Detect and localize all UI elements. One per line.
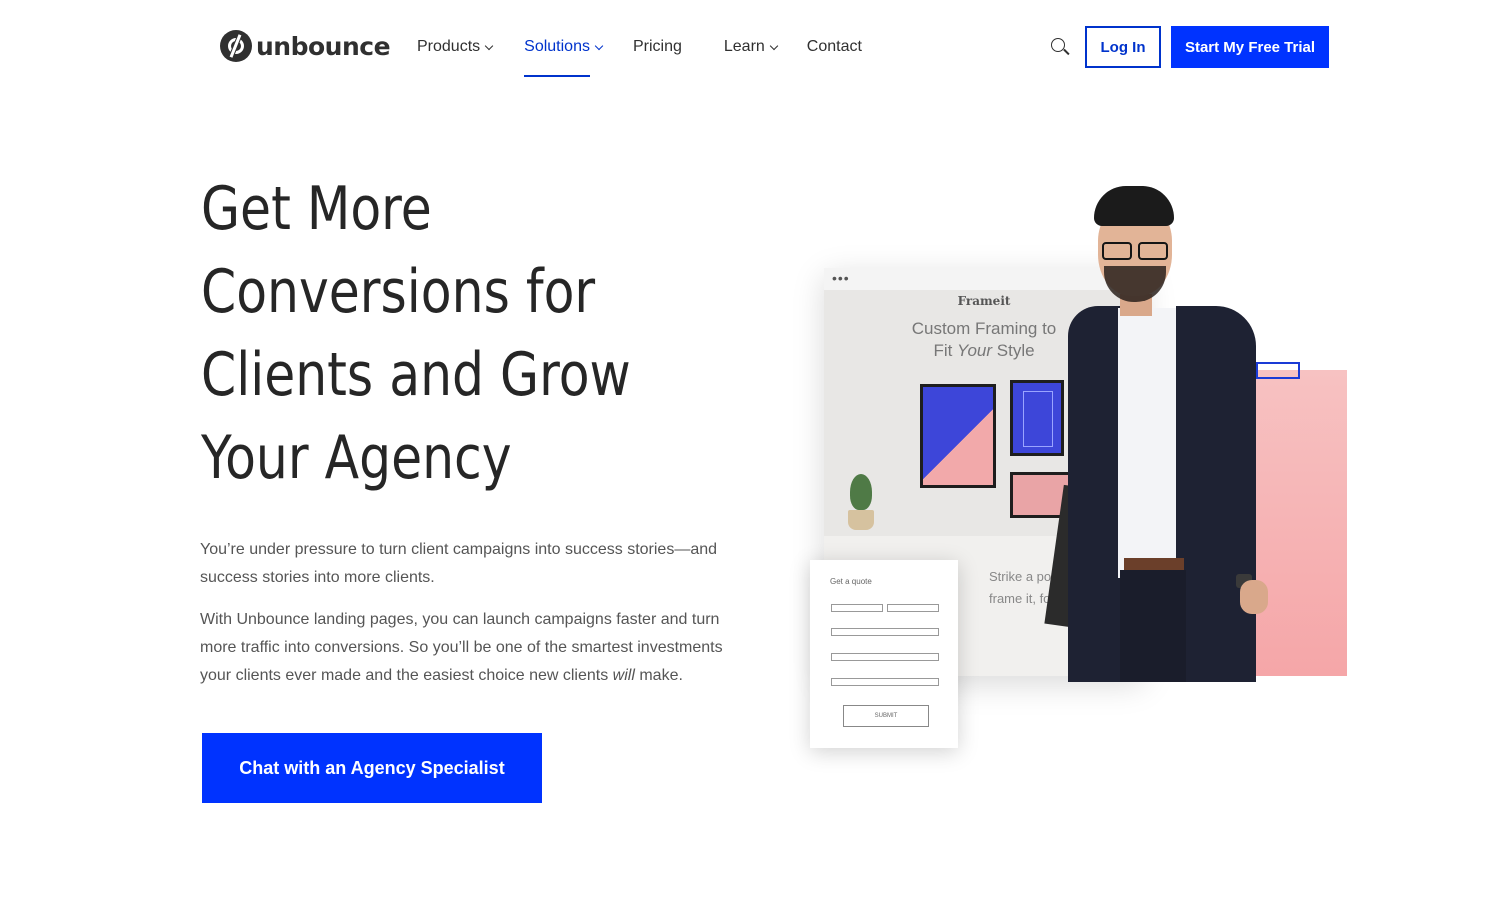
- nav-item-contact[interactable]: Contact: [807, 36, 862, 58]
- chevron-down-icon: [484, 41, 494, 50]
- login-button[interactable]: Log In: [1085, 26, 1161, 68]
- hero-title: Get More Conversions for Clients and Gro…: [201, 168, 671, 500]
- more-dots-icon: •••: [832, 270, 850, 286]
- picture-frame-image: [1010, 380, 1064, 456]
- form-submit-button: SUBMIT: [843, 705, 929, 727]
- person-photo: [1044, 186, 1290, 682]
- hero-paragraph-1: You’re under pressure to turn client cam…: [200, 541, 718, 586]
- plant-image: [844, 474, 878, 534]
- chat-agency-specialist-button[interactable]: Chat with an Agency Specialist: [202, 733, 542, 803]
- logo-mark-icon: [220, 30, 252, 62]
- nav-item-learn[interactable]: Learn: [723, 36, 779, 58]
- picture-frame-image: [920, 384, 996, 488]
- hero-title-line: Clients and Grow: [201, 340, 631, 410]
- logo-text: unbounce: [256, 31, 391, 61]
- hero-title-line: Conversions for: [201, 257, 596, 327]
- form-field: [887, 604, 939, 612]
- paragraph-emphasis: will: [612, 667, 635, 684]
- chevron-down-icon: [769, 41, 779, 50]
- nav-item-label: Products: [417, 38, 481, 55]
- nav-item-label: Pricing: [632, 38, 682, 55]
- quote-form-card: Get a quote SUBMIT: [810, 560, 958, 748]
- form-field: [831, 604, 883, 612]
- nav-item-label: Solutions: [524, 38, 590, 55]
- form-field: [831, 628, 939, 636]
- search-icon[interactable]: [1051, 38, 1070, 56]
- paragraph-text: make.: [634, 667, 683, 684]
- start-free-trial-button[interactable]: Start My Free Trial: [1171, 26, 1329, 68]
- hero-paragraph-2: With Unbounce landing pages, you can lau…: [200, 606, 745, 690]
- nav-item-pricing[interactable]: Pricing: [633, 36, 682, 58]
- hero-image: ••• Frameit Custom Framing to Fit Your S…: [790, 180, 1370, 780]
- main-nav: Products Solutions Pricing Learn Contact: [417, 36, 862, 77]
- nav-item-solutions[interactable]: Solutions: [524, 36, 604, 77]
- form-field: [831, 653, 939, 661]
- hero-title-line: Your Agency: [201, 423, 512, 493]
- hero-title-line: Get More: [201, 174, 432, 244]
- form-title: Get a quote: [830, 577, 872, 586]
- unbounce-logo[interactable]: unbounce: [220, 30, 391, 62]
- chevron-down-icon: [594, 41, 604, 50]
- nav-item-products[interactable]: Products: [417, 36, 494, 58]
- site-header: unbounce Products Solutions Pricing Lear…: [0, 0, 1508, 95]
- nav-item-label: Learn: [723, 38, 765, 55]
- accent-outline-box: [1256, 362, 1300, 379]
- form-field: [831, 678, 939, 686]
- nav-item-label: Contact: [806, 38, 862, 55]
